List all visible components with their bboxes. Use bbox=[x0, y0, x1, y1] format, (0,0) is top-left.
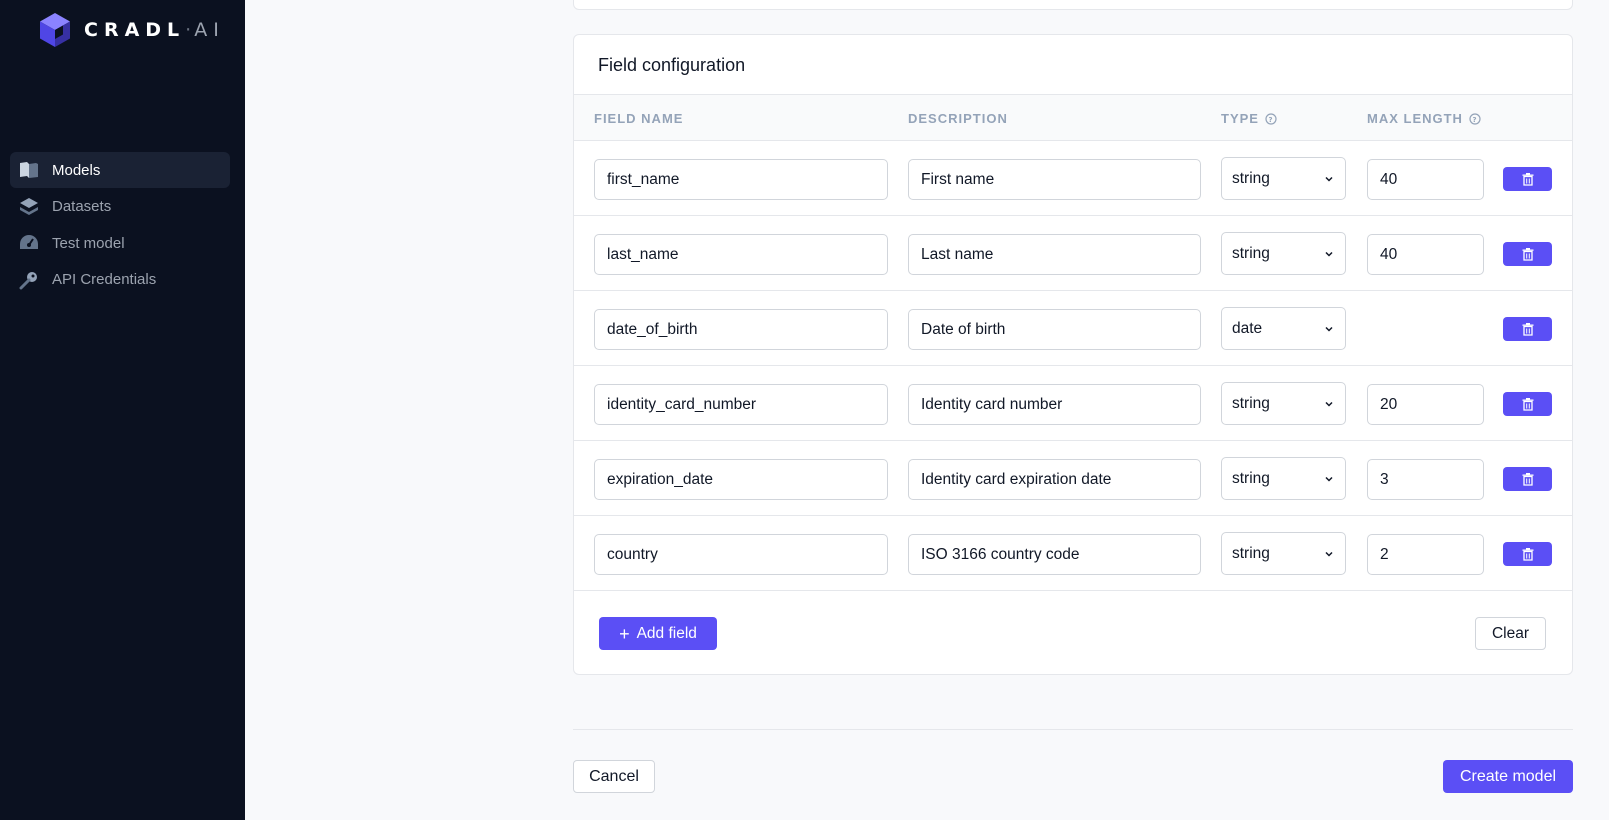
plus-icon: + bbox=[619, 623, 630, 644]
table-header: FIELD NAME DESCRIPTION TYPE ? MAX LENGTH… bbox=[574, 94, 1572, 141]
type-select-value: string bbox=[1232, 469, 1270, 487]
gauge-icon bbox=[18, 232, 40, 254]
trash-icon bbox=[1522, 247, 1533, 261]
card-title: Field configuration bbox=[598, 55, 746, 75]
delete-field-button[interactable] bbox=[1503, 317, 1552, 341]
field-configuration-card: Field configuration FIELD NAME DESCRIPTI… bbox=[573, 34, 1573, 675]
help-icon[interactable]: ? bbox=[1469, 112, 1481, 125]
description-input[interactable]: Identity card expiration date bbox=[908, 459, 1201, 500]
chevron-down-icon bbox=[1325, 251, 1333, 257]
description-input[interactable]: ISO 3166 country code bbox=[908, 534, 1201, 575]
field-name-input[interactable]: date_of_birth bbox=[594, 309, 888, 350]
column-header-type: TYPE ? bbox=[1221, 111, 1277, 126]
field-name-input[interactable]: expiration_date bbox=[594, 459, 888, 500]
brand-name: CRADL·AI bbox=[84, 19, 225, 41]
sidebar-item-label: API Credentials bbox=[52, 271, 157, 288]
max-length-input[interactable]: 20 bbox=[1367, 384, 1484, 425]
sidebar-item-models[interactable]: Models bbox=[10, 152, 230, 188]
sidebar-item-label: Models bbox=[52, 161, 101, 179]
type-select[interactable]: string bbox=[1221, 532, 1346, 575]
column-header-type-label: TYPE bbox=[1221, 111, 1259, 126]
trash-icon bbox=[1522, 322, 1533, 336]
book-icon bbox=[18, 159, 40, 181]
column-header-description: DESCRIPTION bbox=[908, 111, 1008, 126]
delete-field-button[interactable] bbox=[1503, 467, 1552, 491]
column-header-max-length-label: MAX LENGTH bbox=[1367, 111, 1463, 126]
table-row: identity_card_number Identity card numbe… bbox=[574, 366, 1572, 441]
sidebar-item-api-credentials[interactable]: API Credentials bbox=[10, 262, 230, 298]
max-length-input[interactable]: 40 bbox=[1367, 159, 1484, 200]
footer-divider bbox=[573, 729, 1573, 730]
layers-icon bbox=[18, 196, 40, 218]
help-icon[interactable]: ? bbox=[1265, 112, 1277, 125]
table-row: first_name First name string 40 bbox=[574, 141, 1572, 216]
type-select-value: string bbox=[1232, 244, 1270, 262]
sidebar-nav: Models Datasets Test model API Credentia… bbox=[10, 152, 230, 298]
max-length-input[interactable]: 40 bbox=[1367, 234, 1484, 275]
delete-field-button[interactable] bbox=[1503, 392, 1552, 416]
type-select[interactable]: string bbox=[1221, 157, 1346, 200]
clear-button[interactable]: Clear bbox=[1475, 617, 1546, 650]
type-select[interactable]: date bbox=[1221, 307, 1346, 350]
description-input[interactable]: Last name bbox=[908, 234, 1201, 275]
field-name-input[interactable]: first_name bbox=[594, 159, 888, 200]
cube-logo-icon bbox=[40, 13, 70, 47]
trash-icon bbox=[1522, 172, 1533, 186]
type-select[interactable]: string bbox=[1221, 457, 1346, 500]
sidebar-item-datasets[interactable]: Datasets bbox=[10, 189, 230, 225]
table-row: last_name Last name string 40 bbox=[574, 216, 1572, 291]
add-field-button[interactable]: + Add field bbox=[599, 617, 717, 650]
delete-field-button[interactable] bbox=[1503, 167, 1552, 191]
description-input[interactable]: Identity card number bbox=[908, 384, 1201, 425]
sidebar-item-label: Datasets bbox=[52, 198, 112, 215]
previous-card-edge bbox=[573, 0, 1573, 10]
type-select-value: string bbox=[1232, 394, 1270, 412]
trash-icon bbox=[1522, 397, 1533, 411]
create-model-button[interactable]: Create model bbox=[1443, 760, 1573, 793]
trash-icon bbox=[1522, 472, 1533, 486]
chevron-down-icon bbox=[1325, 326, 1333, 332]
field-name-input[interactable]: last_name bbox=[594, 234, 888, 275]
column-header-field-name: FIELD NAME bbox=[594, 111, 684, 126]
type-select[interactable]: string bbox=[1221, 232, 1346, 275]
chevron-down-icon bbox=[1325, 176, 1333, 182]
chevron-down-icon bbox=[1325, 551, 1333, 557]
logo[interactable]: CRADL·AI bbox=[39, 12, 225, 48]
add-field-label: Add field bbox=[636, 624, 697, 642]
max-length-input[interactable]: 2 bbox=[1367, 534, 1484, 575]
trash-icon bbox=[1522, 547, 1533, 561]
delete-field-button[interactable] bbox=[1503, 242, 1552, 266]
field-name-input[interactable]: identity_card_number bbox=[594, 384, 888, 425]
field-name-input[interactable]: country bbox=[594, 534, 888, 575]
type-select-value: string bbox=[1232, 169, 1270, 187]
column-header-max-length: MAX LENGTH ? bbox=[1367, 111, 1481, 126]
cancel-button[interactable]: Cancel bbox=[573, 760, 655, 793]
description-input[interactable]: Date of birth bbox=[908, 309, 1201, 350]
sidebar-item-test-model[interactable]: Test model bbox=[10, 225, 230, 261]
delete-field-button[interactable] bbox=[1503, 542, 1552, 566]
table-row: country ISO 3166 country code string 2 bbox=[574, 516, 1572, 591]
svg-text:?: ? bbox=[1268, 116, 1273, 124]
sidebar: CRADL·AI Models Datasets Test model API … bbox=[0, 0, 245, 820]
chevron-down-icon bbox=[1325, 401, 1333, 407]
table-row: date_of_birth Date of birth date bbox=[574, 291, 1572, 366]
type-select-value: string bbox=[1232, 544, 1270, 562]
max-length-input[interactable]: 3 bbox=[1367, 459, 1484, 500]
table-row: expiration_date Identity card expiration… bbox=[574, 441, 1572, 516]
sidebar-item-label: Test model bbox=[52, 234, 125, 252]
key-icon bbox=[18, 269, 40, 291]
type-select[interactable]: string bbox=[1221, 382, 1346, 425]
description-input[interactable]: First name bbox=[908, 159, 1201, 200]
type-select-value: date bbox=[1232, 319, 1263, 337]
chevron-down-icon bbox=[1325, 476, 1333, 482]
svg-text:?: ? bbox=[1472, 116, 1477, 124]
